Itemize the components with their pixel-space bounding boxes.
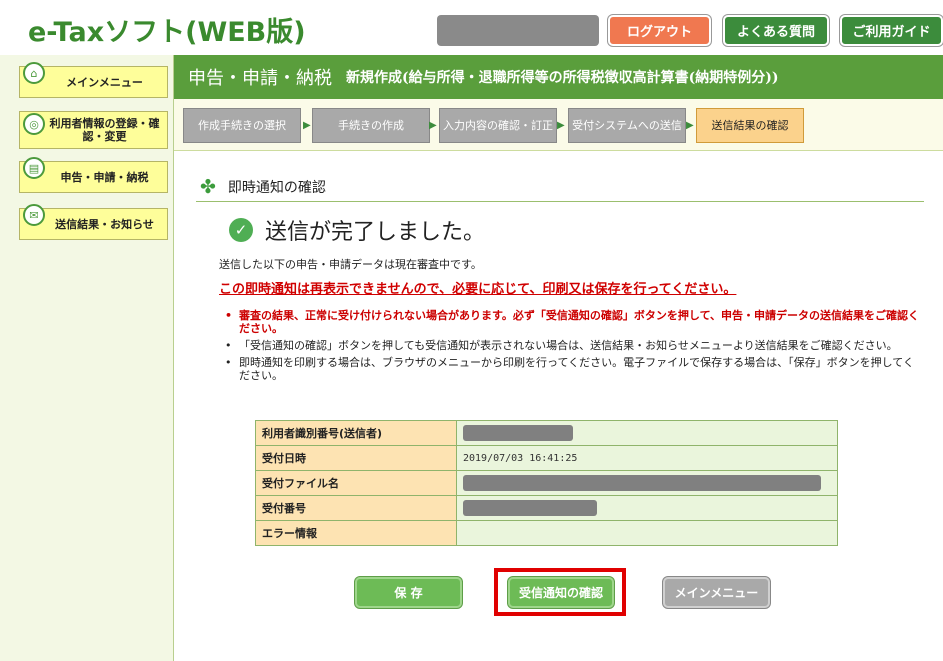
app-logo: e-Taxソフト(WEB版) <box>28 17 306 48</box>
notes-list: 審査の結果、正常に受け付けられない場合があります。必ず「受信通知の確認」ボタンを… <box>221 309 921 386</box>
receipt-info-table: 利用者識別番号(送信者) 受付日時 2019/07/03 16:41:25 受付… <box>255 420 838 546</box>
warning-text: この即時通知は再表示できませんので、必要に応じて、印刷又は保存を行ってください。 <box>219 282 737 297</box>
section-title: 即時通知の確認 <box>227 179 326 196</box>
home-icon: ⌂ <box>23 62 45 84</box>
list-item: 「受信通知の確認」ボタンを押しても受信通知が表示されない場合は、送信結果・お知ら… <box>221 339 921 352</box>
table-row: 利用者識別番号(送信者) <box>255 420 838 446</box>
table-value <box>456 470 838 496</box>
redacted-value <box>463 500 597 516</box>
status-text: 送信した以下の申告・申請データは現在審査中です。 <box>219 258 482 271</box>
step-arrow-icon: ▶ <box>303 120 311 131</box>
user-name-redacted <box>437 15 599 46</box>
sidebar-item-label: 送信結果・お知らせ <box>55 217 154 231</box>
header: e-Taxソフト(WEB版) ログアウト よくある質問 ご利用ガイド <box>0 0 943 55</box>
table-key: 受付ファイル名 <box>255 470 457 496</box>
redacted-value <box>463 475 821 491</box>
user-icon: ◎ <box>23 113 45 135</box>
clover-icon: ✤ <box>200 175 216 198</box>
sidebar-item-label: メインメニュー <box>66 75 143 89</box>
table-key: 受付日時 <box>255 445 457 471</box>
logout-button[interactable]: ログアウト <box>608 15 711 46</box>
step-arrow-icon: ▶ <box>557 120 565 131</box>
step-send: 受付システムへの送信 <box>568 108 686 143</box>
table-row: エラー情報 <box>255 520 838 546</box>
table-row: 受付番号 <box>255 495 838 521</box>
faq-button[interactable]: よくある質問 <box>723 15 829 46</box>
redacted-value <box>463 425 573 441</box>
table-value <box>456 495 838 521</box>
section-heading: ✤ 即時通知の確認 <box>196 172 924 202</box>
page-title-bar: 申告・申請・納税 新規作成(給与所得・退職所得等の所得税徴収高計算書(納期特例分… <box>174 55 943 99</box>
list-item: 審査の結果、正常に受け付けられない場合があります。必ず「受信通知の確認」ボタンを… <box>221 309 921 335</box>
list-item: 即時通知を印刷する場合は、ブラウザのメニューから印刷を行ってください。電子ファイ… <box>221 356 921 382</box>
table-value <box>456 420 838 446</box>
table-value <box>456 520 838 546</box>
page-title: 申告・申請・納税 <box>188 68 332 89</box>
step-select: 作成手続きの選択 <box>183 108 301 143</box>
main-menu-button[interactable]: メインメニュー <box>663 577 770 608</box>
step-confirm: 入力内容の確認・訂正 <box>439 108 557 143</box>
receipt-notice-button[interactable]: 受信通知の確認 <box>508 577 614 608</box>
guide-button[interactable]: ご利用ガイド <box>840 15 943 46</box>
step-create: 手続きの作成 <box>312 108 430 143</box>
table-row: 受付ファイル名 <box>255 470 838 496</box>
table-key: 利用者識別番号(送信者) <box>255 420 457 446</box>
sidebar: メインメニュー ⌂ 利用者情報の登録・確認・変更 ◎ 申告・申請・納税 ▤ 送信… <box>0 55 174 661</box>
progress-steps: 作成手続きの選択 ▶ 手続きの作成 ▶ 入力内容の確認・訂正 ▶ 受付システムへ… <box>174 99 943 151</box>
check-icon: ✓ <box>229 218 253 242</box>
sidebar-item-label: 申告・申請・納税 <box>60 170 149 184</box>
page-subtitle: 新規作成(給与所得・退職所得等の所得税徴収高計算書(納期特例分)) <box>346 70 779 86</box>
table-key: 受付番号 <box>255 495 457 521</box>
step-arrow-icon: ▶ <box>429 120 437 131</box>
table-row: 受付日時 2019/07/03 16:41:25 <box>255 445 838 471</box>
table-key: エラー情報 <box>255 520 457 546</box>
step-arrow-icon: ▶ <box>686 120 694 131</box>
completion-message: ✓ 送信が完了しました。 <box>229 214 485 246</box>
document-icon: ▤ <box>23 157 45 179</box>
table-value: 2019/07/03 16:41:25 <box>456 445 838 471</box>
save-button[interactable]: 保 存 <box>355 577 462 608</box>
step-result: 送信結果の確認 <box>696 108 804 143</box>
mail-icon: ✉ <box>23 204 45 226</box>
completion-text: 送信が完了しました。 <box>265 220 486 245</box>
